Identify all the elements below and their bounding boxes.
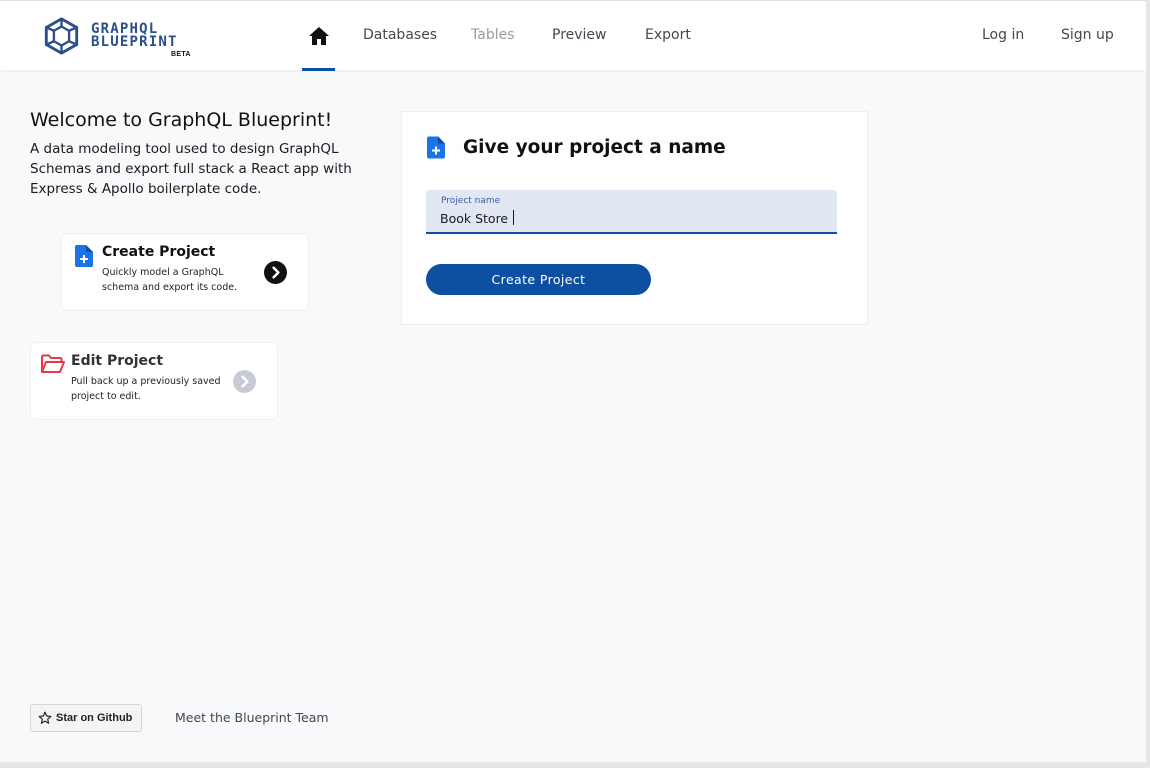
login-link[interactable]: Log in [982, 27, 1024, 43]
nav-preview[interactable]: Preview [552, 27, 607, 43]
star-on-github-button[interactable]: Star on Github [30, 704, 142, 732]
create-project-title: Create Project [102, 244, 216, 260]
beta-badge: BETA [171, 51, 191, 58]
welcome-title: Welcome to GraphQL Blueprint! [30, 109, 333, 131]
brand-wordmark: GRAPHQL BLUEPRINT BETA [91, 22, 190, 58]
active-tab-indicator [302, 68, 335, 71]
nav-tables: Tables [471, 27, 515, 43]
panel-title: Give your project a name [463, 137, 726, 158]
project-name-input[interactable] [440, 208, 820, 228]
edit-project-description: Pull back up a previously saved project … [71, 376, 221, 402]
file-plus-icon [427, 136, 445, 159]
edit-project-card[interactable]: Edit Project Pull back up a previously s… [30, 342, 278, 420]
app-window: GRAPHQL BLUEPRINT BETA Databases Tables … [0, 0, 1146, 762]
star-icon [38, 711, 52, 724]
create-project-card[interactable]: Create Project Quickly model a GraphQL s… [61, 233, 309, 311]
chevron-right-icon[interactable] [233, 370, 256, 393]
nav-export[interactable]: Export [645, 27, 691, 43]
text-caret [513, 210, 514, 225]
meet-team-link[interactable]: Meet the Blueprint Team [175, 710, 329, 725]
edit-project-title: Edit Project [71, 353, 164, 369]
create-project-description: Quickly model a GraphQL schema and expor… [102, 267, 238, 293]
nav-home[interactable] [302, 1, 335, 71]
project-name-panel: Give your project a name Project name Cr… [401, 111, 868, 325]
folder-open-icon [41, 354, 65, 373]
file-plus-icon [75, 245, 93, 267]
welcome-description: A data modeling tool used to design Grap… [30, 141, 352, 197]
create-project-button[interactable]: Create Project [426, 264, 651, 295]
cube-logo-icon [44, 17, 79, 55]
brand-logo[interactable]: GRAPHQL BLUEPRINT BETA [44, 16, 190, 58]
home-icon [308, 27, 329, 45]
project-name-field[interactable]: Project name [426, 190, 837, 234]
github-button-label: Star on Github [56, 712, 133, 724]
signup-link[interactable]: Sign up [1061, 27, 1114, 43]
project-name-label: Project name [441, 196, 501, 206]
brand-line-2: BLUEPRINT [91, 34, 178, 50]
top-navbar: GRAPHQL BLUEPRINT BETA Databases Tables … [0, 0, 1146, 71]
chevron-right-icon[interactable] [264, 261, 287, 284]
nav-databases[interactable]: Databases [363, 27, 437, 43]
